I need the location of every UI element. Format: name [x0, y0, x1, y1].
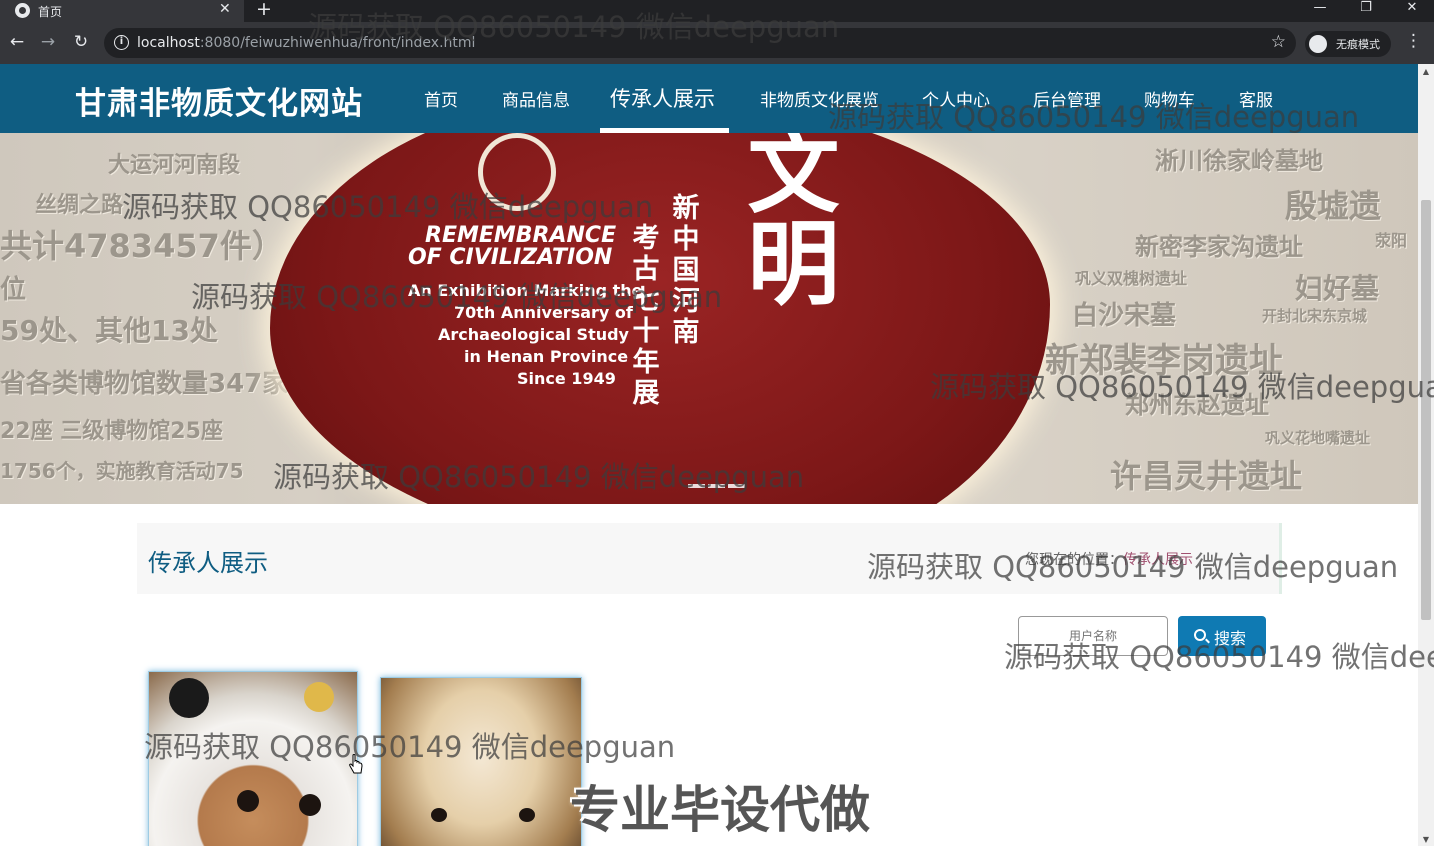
banner-text: 1756个，实施教育活动75 [0, 459, 244, 483]
banner-en-line: 70th Anniversary of [454, 303, 633, 322]
banner-text: 丝绸之路 [35, 193, 124, 218]
banner-text: 白沙宋墓 [1072, 301, 1177, 331]
carousel-indicators[interactable] [688, 473, 750, 488]
banner-text: 淅川徐家岭墓地 [1155, 147, 1323, 175]
photo-detail [519, 808, 535, 822]
incognito-label: 无痕模式 [1336, 38, 1380, 51]
close-window-button[interactable]: ✕ [1389, 0, 1434, 22]
incognito-icon [1309, 35, 1327, 53]
banner-text: 22座 三级博物馆25座 [0, 419, 223, 444]
banner-cn-column: 考古七十年展 [632, 223, 660, 409]
banner-text: 开封北宋东京城 [1262, 307, 1368, 325]
banner-en-line: An Exhibition Marking the [408, 281, 643, 300]
minimize-button[interactable]: — [1297, 0, 1343, 22]
breadcrumb-prefix: 您现在的位置： [1025, 552, 1123, 568]
nav-admin[interactable]: 后台管理 [1033, 86, 1101, 111]
search-icon [1194, 629, 1206, 641]
banner-text: 新郑裴李岗遗址 [1045, 341, 1283, 381]
banner-text: 大运河河南段 [108, 153, 241, 178]
photo-detail [299, 794, 321, 816]
banner-en-line: in Henan Province [464, 347, 629, 366]
banner-text: 许昌灵井遗址 [1110, 457, 1303, 495]
banner-text: 巩义双槐树遗址 [1075, 269, 1188, 288]
banner-text: 位 [0, 275, 27, 305]
scroll-up-icon[interactable]: ▲ [1421, 67, 1431, 76]
carousel-dot[interactable] [688, 484, 705, 488]
banner-text: 殷墟遗 [1285, 187, 1382, 225]
nav-home[interactable]: 首页 [424, 86, 458, 111]
banner-en-line: OF CIVILIZATION [408, 245, 613, 270]
breadcrumb-location: 您现在的位置：传承人展示 [1025, 549, 1193, 569]
watermark-large: 专业毕设代做 [570, 781, 870, 839]
url-path: :8080/feiwuzhiwenhua/front/index.html [199, 35, 476, 51]
tab-title: 首页 [38, 5, 63, 19]
banner-text: 妇好墓 [1295, 272, 1380, 305]
nav-exhibitions[interactable]: 非物质文化展览 [760, 86, 879, 111]
search-button-label: 搜索 [1214, 629, 1247, 648]
site-header: 甘肃非物质文化网站 首页 商品信息 传承人展示 非物质文化展览 个人中心 后台管… [0, 64, 1418, 133]
search-button[interactable]: 搜索 [1178, 616, 1266, 656]
inheritor-card[interactable] [148, 671, 358, 846]
url-text[interactable]: localhost:8080/feiwuzhiwenhua/front/inde… [137, 35, 475, 51]
banner-big-title: 文明 [732, 133, 839, 307]
banner-en-line: Since 1949 [517, 369, 616, 388]
hand-cursor-icon [349, 754, 363, 774]
banner-text: 巩义花地嘴遗址 [1265, 429, 1371, 447]
chrome-favicon-icon [15, 3, 30, 18]
site-info-icon[interactable]: i [114, 35, 129, 50]
banner-text: 59处、其他13处 [0, 314, 218, 347]
search-field-wrapper [1018, 616, 1168, 656]
banner-text: 荥阳 [1375, 231, 1408, 250]
inheritor-card[interactable] [380, 677, 582, 846]
banner-text: 省各类博物馆数量347家 [0, 369, 289, 399]
banner-text: 共计4783457件） [0, 227, 284, 265]
scrollbar-thumb[interactable] [1421, 200, 1431, 620]
browser-tab[interactable]: 首页 ✕ [0, 0, 244, 22]
nav-products[interactable]: 商品信息 [502, 86, 570, 111]
url-host: localhost [137, 35, 200, 51]
browser-menu-icon[interactable]: ⋮ [1405, 31, 1422, 51]
banner-text: 新密李家沟遗址 [1135, 233, 1303, 261]
carousel-dot[interactable] [728, 484, 745, 488]
breadcrumb-current[interactable]: 传承人展示 [1123, 552, 1193, 568]
back-arrow-icon[interactable]: ← [6, 32, 28, 52]
nav-personal-center[interactable]: 个人中心 [922, 86, 990, 111]
reload-icon[interactable]: ↻ [70, 32, 92, 52]
nav-service[interactable]: 客服 [1239, 86, 1273, 111]
page-viewport: 甘肃非物质文化网站 首页 商品信息 传承人展示 非物质文化展览 个人中心 后台管… [0, 64, 1418, 846]
site-brand[interactable]: 甘肃非物质文化网站 [75, 78, 363, 123]
photo-detail [237, 790, 259, 812]
page-scrollbar[interactable]: ▲ ▼ [1418, 64, 1434, 846]
hero-banner-carousel[interactable]: 大运河河南段 丝绸之路 共计4783457件） 位 59处、其他13处 省各类博… [0, 133, 1418, 504]
browser-toolbar: ← → ↻ i localhost:8080/feiwuzhiwenhua/fr… [0, 22, 1434, 64]
nav-cart[interactable]: 购物车 [1144, 86, 1195, 111]
page-title: 传承人展示 [148, 549, 268, 577]
address-bar[interactable]: i localhost:8080/feiwuzhiwenhua/front/in… [104, 28, 1296, 58]
banner-cn-column: 新中国河南 [672, 193, 700, 348]
scroll-down-icon[interactable]: ▼ [1421, 835, 1431, 844]
bookmark-star-icon[interactable]: ☆ [1271, 32, 1286, 52]
carousel-dot[interactable] [708, 484, 725, 488]
nav-inheritors[interactable]: 传承人展示 [610, 83, 715, 113]
photo-detail [169, 678, 209, 718]
restore-button[interactable]: ❐ [1343, 0, 1389, 22]
search-input[interactable] [1019, 617, 1167, 655]
banner-text: 郑州东赵遗址 [1125, 391, 1269, 419]
forward-arrow-icon[interactable]: → [37, 32, 59, 52]
new-tab-button[interactable]: + [256, 0, 272, 20]
tab-close-icon[interactable]: ✕ [219, 1, 231, 17]
photo-detail [431, 808, 447, 822]
banner-en-line: Archaeological Study [438, 325, 629, 344]
photo-detail [304, 682, 334, 712]
incognito-badge[interactable]: 无痕模式 [1305, 31, 1391, 57]
banner-emblem-icon [478, 133, 556, 211]
breadcrumb: 传承人展示 您现在的位置：传承人展示 [137, 523, 1282, 594]
browser-tab-strip: 首页 ✕ + — ❐ ✕ [0, 0, 1434, 22]
